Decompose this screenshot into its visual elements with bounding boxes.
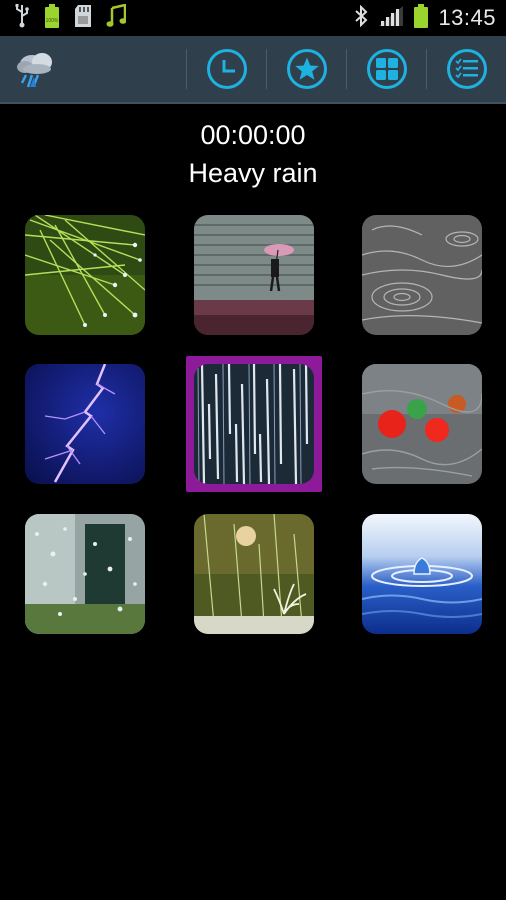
music-note-icon (106, 2, 127, 33)
clock-icon (222, 60, 235, 73)
star-icon (294, 57, 319, 80)
usb-icon (14, 3, 30, 33)
sound-tile-umbrella-street[interactable] (194, 215, 314, 335)
sound-tile-rain-splash[interactable] (194, 514, 314, 634)
sound-tile-rain-on-window[interactable] (25, 514, 145, 634)
signal-icon (378, 5, 404, 32)
current-sound-name: Heavy rain (188, 158, 318, 188)
sound-tile-lightning[interactable] (25, 364, 145, 484)
battery-icon (414, 3, 429, 33)
sound-tile-water-drop[interactable] (362, 514, 482, 634)
list-button[interactable] (427, 36, 506, 102)
battery-full-icon: 100% (44, 3, 60, 33)
clock: 13:45 (438, 5, 496, 30)
sound-tile-heavy-rain[interactable] (194, 364, 314, 484)
sd-card-icon (74, 4, 92, 33)
action-bar (0, 36, 506, 104)
sound-tile-drops-on-water[interactable] (362, 215, 482, 335)
categories-button[interactable] (347, 36, 426, 102)
status-bar: 100% 13:45 (0, 0, 506, 36)
favorites-button[interactable] (267, 36, 346, 102)
playback-timer: 00:00:00 (200, 120, 306, 150)
svg-text:100%: 100% (46, 18, 59, 24)
timer-button[interactable] (187, 36, 266, 102)
sound-tile-rain-on-grass[interactable] (25, 215, 145, 335)
rain-cloud-icon[interactable] (0, 36, 70, 102)
checklist-icon (454, 58, 478, 79)
sound-tile-rainy-window-lights[interactable] (362, 364, 482, 484)
grid-icon (375, 58, 398, 80)
bluetooth-icon (354, 4, 368, 32)
